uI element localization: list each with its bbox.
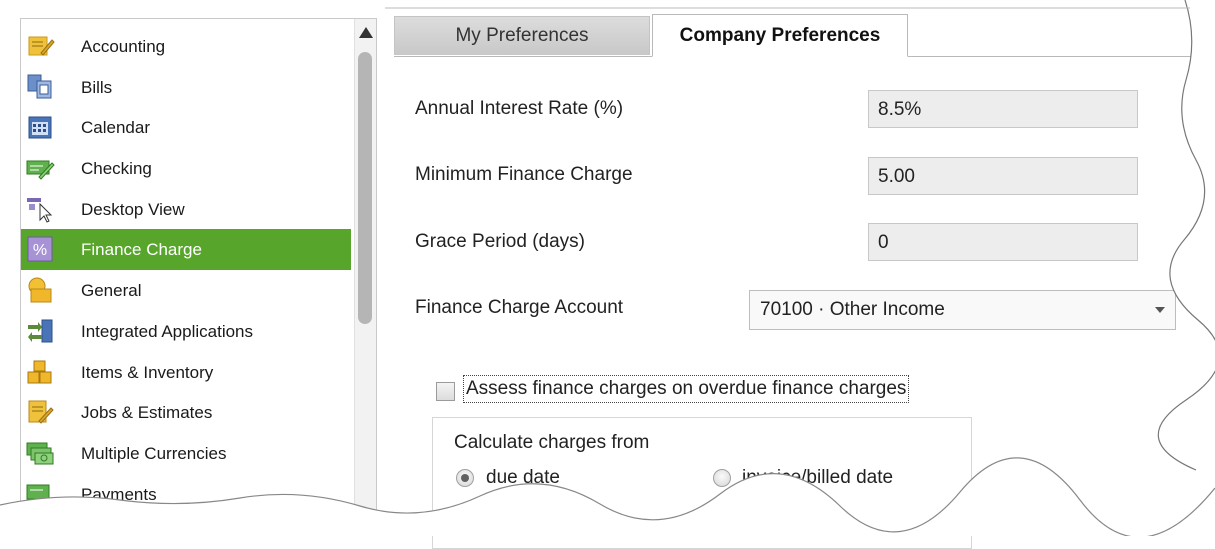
sidebar-scrollbar[interactable] [354,19,376,519]
calendar-icon [28,116,52,139]
jobs-estimates-icon [28,400,54,424]
sidebar-item-jobs-estimates[interactable]: Jobs & Estimates [21,392,351,433]
sidebar-item-bills[interactable]: Bills [21,67,351,108]
sidebar-item-general[interactable]: General [21,270,351,311]
sidebar-item-items-inventory[interactable]: Items & Inventory [21,352,351,393]
scroll-up-arrow-icon[interactable] [359,27,373,38]
scrollbar-thumb[interactable] [358,52,372,324]
company-preferences-panel: Annual Interest Rate (%) 8.5% Minimum Fi… [394,57,1194,549]
invoice-billed-date-label[interactable]: invoice/billed date [742,467,893,489]
tab-label: Company Preferences [679,24,881,46]
sidebar-item-label: Jobs & Estimates [81,403,213,423]
finance-charge-account-value: 70100 · Other Income [760,299,945,320]
general-icon [28,277,52,303]
finance-charge-account-dropdown[interactable]: 70100 · Other Income [749,290,1176,330]
svg-text:%: % [33,242,47,259]
preferences-window: Accounting Bills Calendar Checking Deskt… [0,0,1215,549]
preferences-tabs: My Preferences Company Preferences [394,14,1194,57]
minimum-finance-charge-label: Minimum Finance Charge [415,164,633,185]
minimum-finance-charge-field[interactable]: 5.00 [868,157,1138,195]
sidebar-item-checking[interactable]: Checking [21,148,351,189]
preferences-category-list[interactable]: Accounting Bills Calendar Checking Deskt… [20,18,377,520]
grace-period-label: Grace Period (days) [415,231,586,252]
sidebar-item-finance-charge[interactable]: % Finance Charge [21,229,351,271]
sidebar-item-label: Integrated Applications [81,321,254,341]
annual-interest-rate-label: Annual Interest Rate (%) [415,98,624,119]
grace-period-field[interactable]: 0 [868,223,1138,261]
sidebar-item-desktop-view[interactable]: Desktop View [21,189,351,230]
sidebar-item-label: Calendar [81,118,150,138]
sidebar-item-label: Accounting [81,37,166,56]
bills-icon [27,74,52,99]
tab-my-preferences[interactable]: My Preferences [394,16,650,55]
chevron-down-icon[interactable] [1155,307,1165,313]
sidebar-item-label: Payments [81,484,157,504]
sidebar-item-label: Multiple Currencies [81,443,227,463]
accounting-icon [28,36,55,56]
sidebar-item-label: Items & Inventory [81,362,214,382]
sidebar-item-label: General [81,281,142,301]
sidebar-item-calendar[interactable]: Calendar [21,107,351,148]
finance-charge-account-label: Finance Charge Account [415,297,624,318]
tab-label: My Preferences [455,25,589,46]
due-date-label[interactable]: due date [486,467,560,489]
calculate-charges-group: Calculate charges from due date invoice/… [432,417,972,549]
assess-overdue-label[interactable]: Assess finance charges on overdue financ… [463,375,910,403]
calculate-charges-title: Calculate charges from [454,432,650,453]
tab-company-preferences[interactable]: Company Preferences [652,14,908,57]
annual-interest-rate-field[interactable]: 8.5% [868,90,1138,128]
percent-icon: % [27,236,53,262]
assess-overdue-checkbox[interactable] [436,382,455,401]
sidebar-item-label: Bills [81,77,113,97]
sidebar-item-label: Checking [81,159,152,179]
checking-icon [26,160,55,180]
invoice-billed-date-radio[interactable] [713,469,731,487]
sidebar-item-label: Finance Charge [81,240,202,260]
sidebar-item-accounting[interactable]: Accounting [21,26,351,67]
currencies-icon [26,442,54,465]
due-date-radio[interactable] [456,469,474,487]
sidebar-item-multiple-currencies[interactable]: Multiple Currencies [21,433,351,474]
sidebar-item-payments[interactable]: Payments [21,474,351,515]
sidebar-item-integrated-applications[interactable]: Integrated Applications [21,311,351,352]
preferences-pane: My Preferences Company Preferences Annua… [394,14,1194,549]
sidebar-item-label: Desktop View [81,199,185,219]
integrated-apps-icon [28,319,53,343]
desktop-view-icon [27,197,53,223]
payments-icon [26,484,50,500]
items-inventory-icon [27,360,52,383]
